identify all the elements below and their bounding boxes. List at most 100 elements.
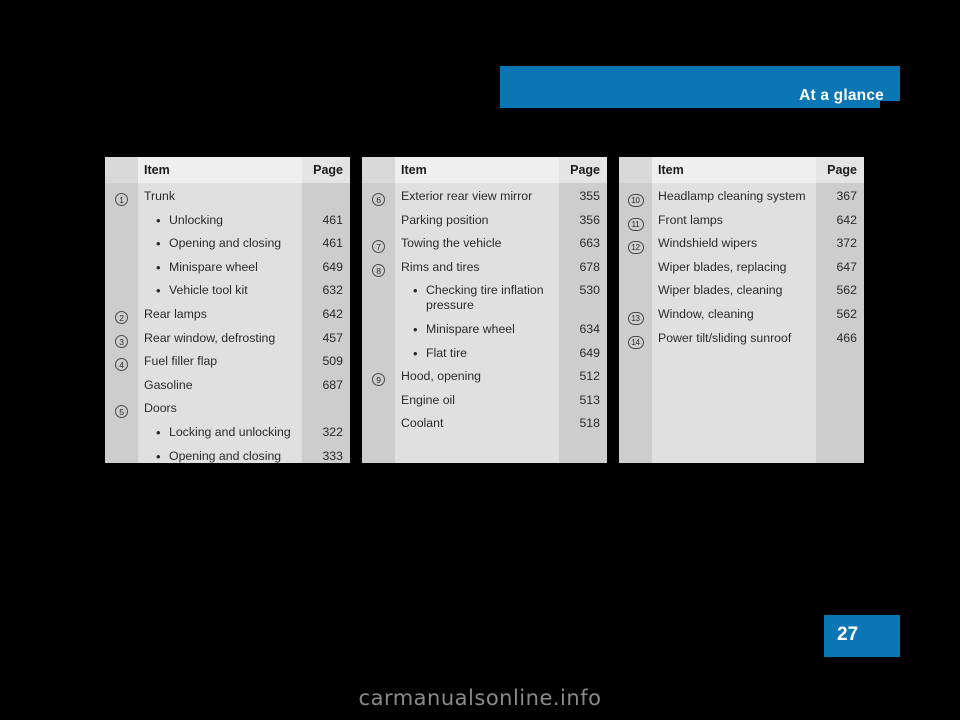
row-page-number: 632: [322, 283, 343, 298]
row-item-text: Vehicle tool kit: [169, 283, 248, 298]
row-item-label: Parking position: [401, 212, 489, 227]
table-row[interactable]: • Vehicle tool kit 632: [105, 283, 350, 298]
row-page-number: 649: [579, 345, 600, 360]
callout-number-icon: 5: [115, 405, 128, 419]
row-number-cell: [362, 283, 395, 284]
table-row[interactable]: • Flat tire 649: [362, 346, 607, 361]
callout-number-icon: 14: [627, 335, 644, 349]
row-item-label: Windshield wipers: [658, 236, 758, 251]
table-row[interactable]: Engine oil 513: [362, 393, 607, 408]
row-number-cell: [105, 236, 138, 237]
column-header-item: Item: [144, 163, 170, 177]
page-title: At a glance: [799, 87, 884, 104]
row-page-number: 367: [836, 189, 857, 203]
table-row[interactable]: 9 Hood, opening 512: [362, 369, 607, 388]
table-row[interactable]: Wiper blades, replacing 647: [619, 260, 864, 275]
table-row[interactable]: 2 Rear lamps 642: [105, 307, 350, 326]
row-number-cell: 11: [619, 213, 652, 232]
row-item-label: • Vehicle tool kit: [138, 283, 302, 298]
row-number-cell: 14: [619, 331, 652, 350]
row-number-cell: 10: [619, 189, 652, 208]
table-row[interactable]: Wiper blades, cleaning 562: [619, 283, 864, 298]
page-header-banner: At a glance: [500, 66, 900, 108]
table-row[interactable]: 5 Doors: [105, 401, 350, 420]
row-number-cell: [362, 393, 395, 394]
callout-number-icon: 12: [627, 241, 644, 255]
row-page-number: 461: [322, 212, 343, 227]
table-row[interactable]: • Minispare wheel 634: [362, 322, 607, 337]
row-item-label: Towing the vehicle: [401, 236, 502, 251]
callout-number-icon: 11: [627, 217, 644, 231]
row-page-number: 663: [579, 236, 600, 251]
row-number-cell: 2: [105, 307, 138, 326]
table-row[interactable]: 13 Window, cleaning 562: [619, 307, 864, 326]
header-banner-notch: [880, 101, 900, 108]
table-row[interactable]: 1 Trunk: [105, 189, 350, 208]
reference-tables-container: Item Page 1 Trunk • Unlocking 461 • Opening and …: [105, 157, 865, 463]
column-header-page: Page: [816, 157, 864, 183]
row-page-number: 678: [579, 259, 600, 274]
table-row[interactable]: • Minispare wheel 649: [105, 260, 350, 275]
bullet-icon: •: [413, 322, 418, 337]
row-number-cell: [619, 260, 652, 261]
row-item-label: Wiper blades, cleaning: [658, 283, 783, 298]
callout-number-icon: 1: [115, 193, 128, 206]
row-number-cell: [105, 260, 138, 261]
row-item-text: Checking tire inflation pressure: [426, 283, 544, 313]
row-number-cell: [362, 322, 395, 323]
row-number-cell: [105, 283, 138, 284]
row-page-number: 530: [579, 283, 600, 298]
bullet-icon: •: [413, 345, 418, 361]
row-page-number: 642: [322, 307, 343, 321]
row-number-cell: 1: [105, 189, 138, 208]
table-body: 1 Trunk • Unlocking 461 • Opening and closing 4…: [105, 183, 350, 463]
row-item-text: Minispare wheel: [426, 322, 515, 336]
row-number-cell: [105, 213, 138, 214]
row-item-text: Unlocking: [169, 212, 223, 227]
table-row[interactable]: • Opening and closing 333: [105, 449, 350, 463]
row-item-label: Doors: [144, 401, 177, 416]
table-row[interactable]: Coolant 518: [362, 416, 607, 431]
row-item-label: • Unlocking: [138, 213, 302, 228]
row-page-number: 372: [836, 236, 857, 251]
row-page-number: 647: [836, 259, 857, 274]
table-row[interactable]: 11 Front lamps 642: [619, 213, 864, 232]
column-header-item: Item: [401, 163, 427, 177]
row-item-label: Wiper blades, replacing: [658, 259, 787, 274]
row-page-number: 649: [322, 259, 343, 274]
row-page-number: 687: [322, 377, 343, 392]
row-item-label: Rear lamps: [144, 307, 207, 321]
row-page-number: 333: [322, 448, 343, 463]
row-number-cell: 7: [362, 236, 395, 255]
table-row[interactable]: 7 Towing the vehicle 663: [362, 236, 607, 255]
row-item-label: • Minispare wheel: [395, 322, 559, 337]
row-page-number: 322: [322, 425, 343, 439]
table-row[interactable]: 6 Exterior rear view mirror 355: [362, 189, 607, 208]
table-row[interactable]: 12 Windshield wipers 372: [619, 236, 864, 255]
table-row[interactable]: • Checking tire inflation pressure 530: [362, 283, 607, 313]
bullet-icon: •: [156, 448, 161, 463]
table-row[interactable]: • Locking and unlocking 322: [105, 425, 350, 440]
table-row[interactable]: 14 Power tilt/sliding sunroof 466: [619, 331, 864, 350]
table-row[interactable]: • Unlocking 461: [105, 213, 350, 228]
row-item-label: • Minispare wheel: [138, 260, 302, 275]
table-row[interactable]: Gasoline 687: [105, 378, 350, 393]
bullet-icon: •: [413, 283, 418, 299]
table-row[interactable]: 4 Fuel filler flap 509: [105, 354, 350, 373]
table-row[interactable]: Parking position 356: [362, 213, 607, 228]
row-number-cell: 12: [619, 236, 652, 255]
table-body: 6 Exterior rear view mirror 355 Parking pos…: [362, 183, 607, 463]
row-number-cell: 8: [362, 260, 395, 279]
row-number-cell: [619, 283, 652, 284]
table-row[interactable]: 3 Rear window, defrosting 457: [105, 331, 350, 350]
table-row[interactable]: 8 Rims and tires 678: [362, 260, 607, 279]
callout-number-icon: 2: [115, 311, 128, 324]
row-number-cell: 6: [362, 189, 395, 208]
table-row[interactable]: • Opening and closing 461: [105, 236, 350, 251]
row-item-label: • Opening and closing: [138, 449, 302, 463]
row-item-label: • Opening and closing: [138, 236, 302, 251]
row-page-number: 634: [579, 322, 600, 336]
row-item-text: Opening and closing: [169, 236, 282, 251]
row-page-number: 512: [579, 369, 600, 384]
table-row[interactable]: 10 Headlamp cleaning system 367: [619, 189, 864, 208]
